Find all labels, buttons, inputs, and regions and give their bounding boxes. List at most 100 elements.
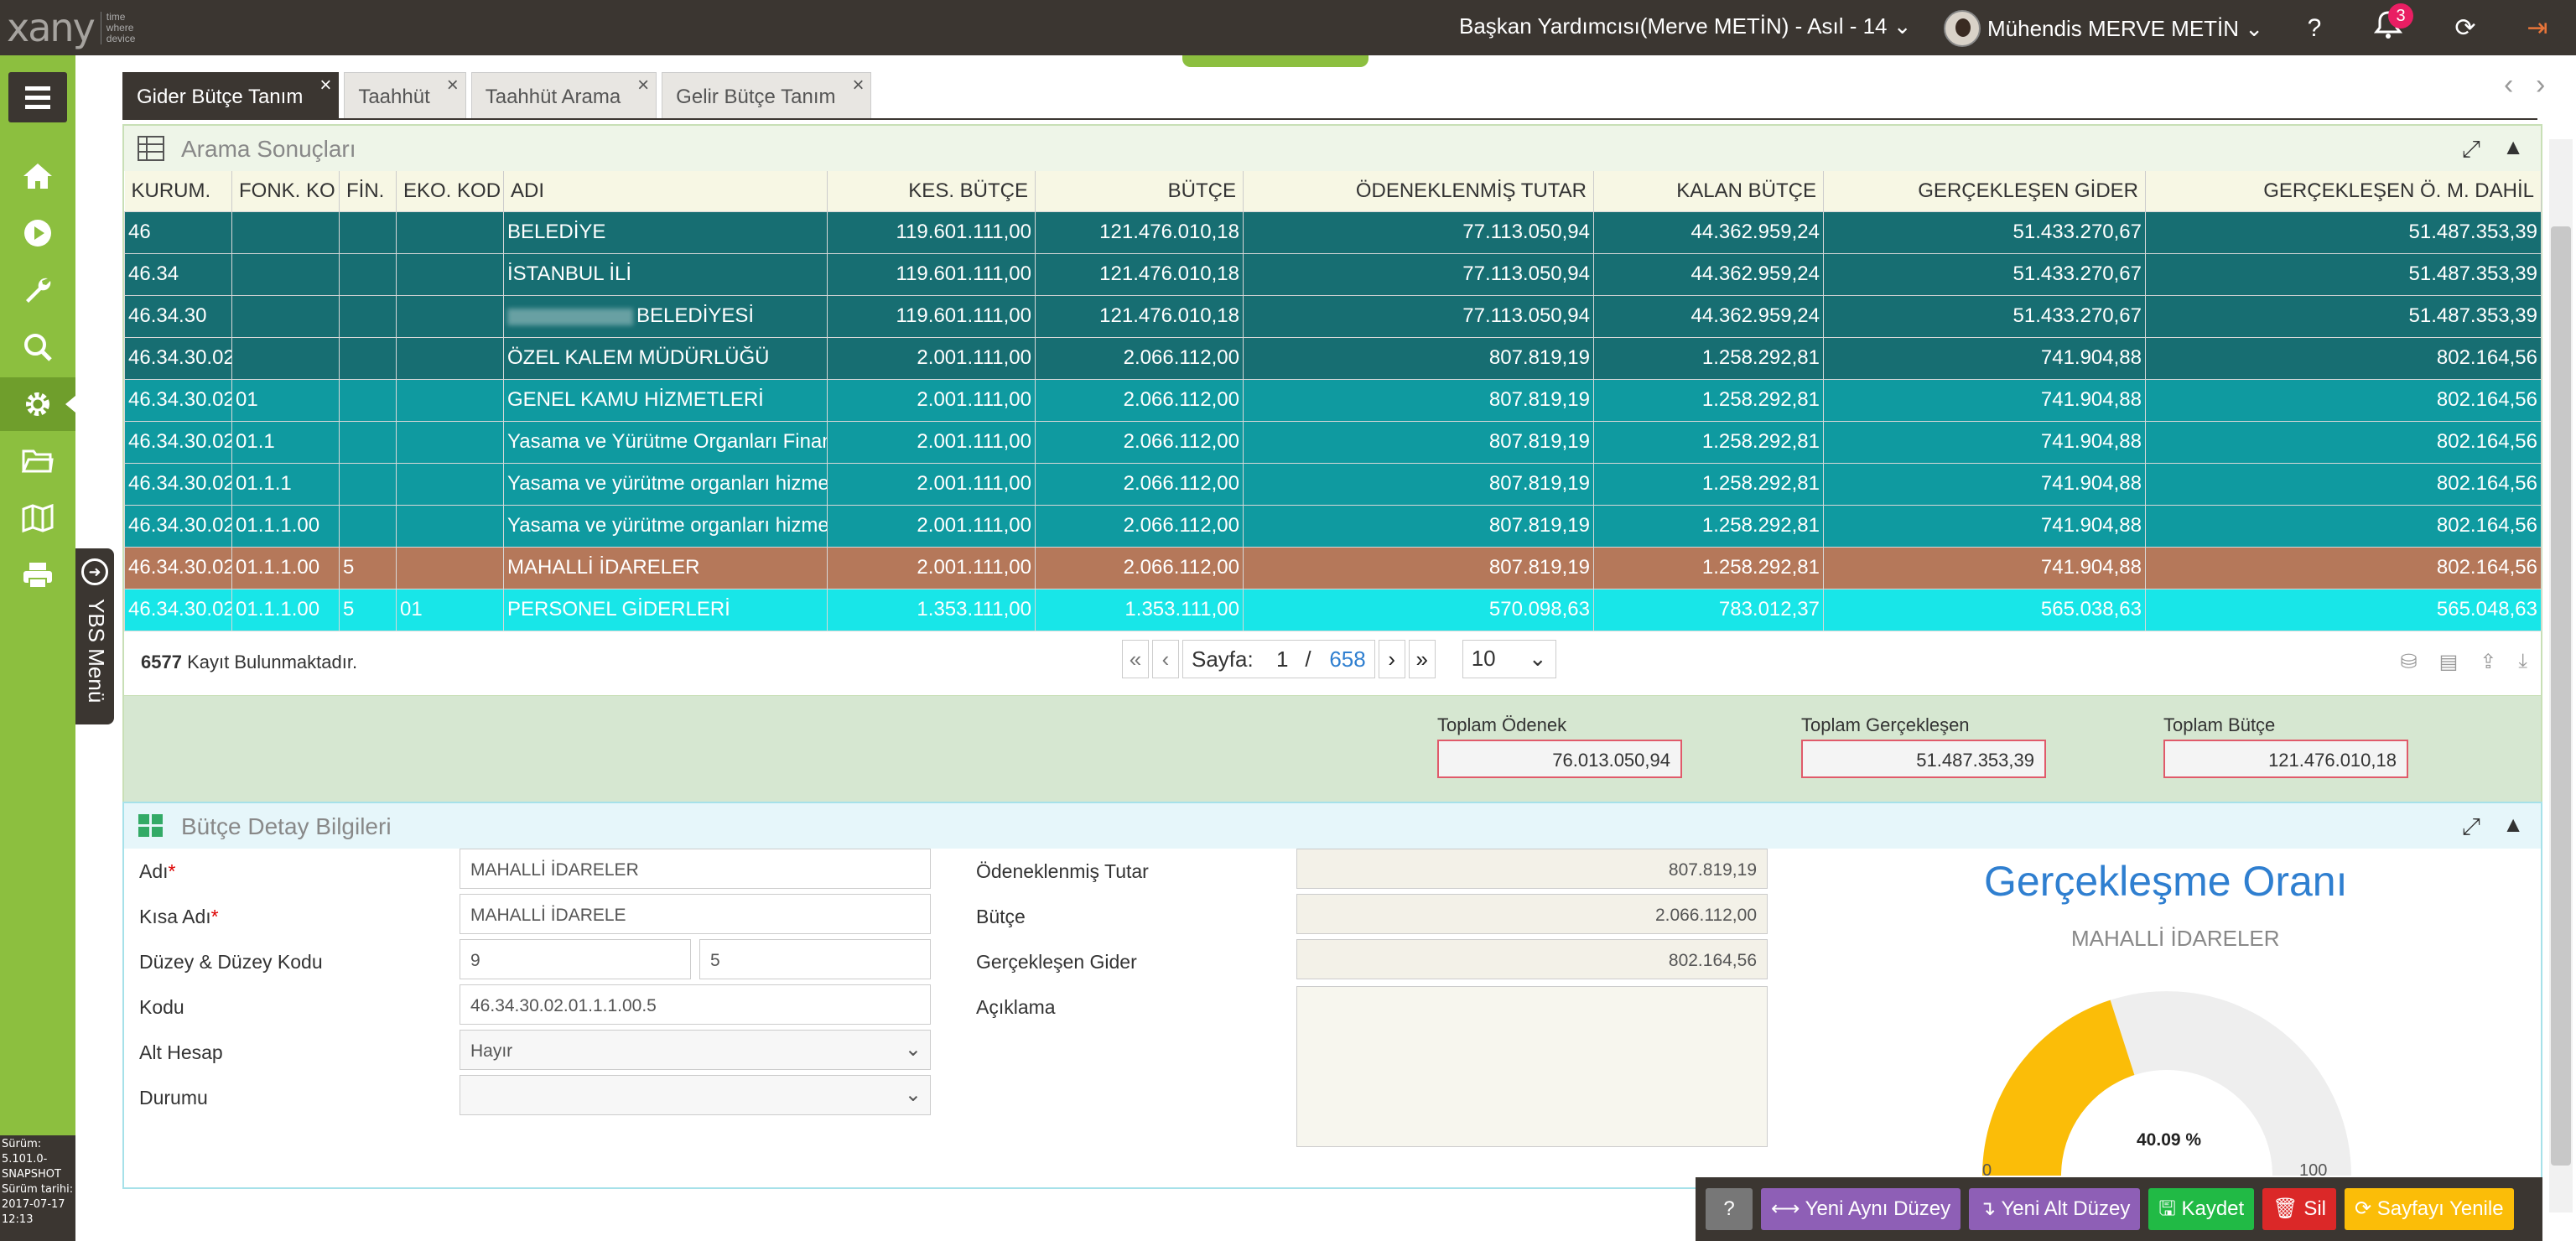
table-cell: 01 — [231, 378, 340, 422]
column-header[interactable]: GERÇEKLEŞEN Ö. M. DAHİL — [2145, 171, 2542, 211]
column-header[interactable]: ÖDENEKLENMİŞ TUTAR — [1243, 171, 1594, 211]
durumu-select[interactable]: ⌄ — [460, 1075, 931, 1115]
column-header[interactable]: KALAN BÜTÇE — [1593, 171, 1824, 211]
table-cell: 807.819,19 — [1243, 546, 1594, 589]
table-cell: MAHALLİ İDARELER — [503, 546, 828, 589]
chevron-left-icon[interactable]: ‹ — [2504, 69, 2513, 101]
upload-icon[interactable]: ⇪ — [2480, 650, 2496, 674]
page-input[interactable]: 1 — [1265, 641, 1299, 678]
close-icon[interactable]: × — [319, 61, 331, 110]
role-selector[interactable]: Başkan Yardımcısı(Merve METİN) - Asıl - … — [1459, 13, 1912, 39]
table-cell: 2.001.111,00 — [827, 546, 1036, 589]
table-row[interactable]: 46.34.30.02 01 GENEL KAMU HİZMETLERİ 2.001.… — [124, 378, 2542, 422]
user-menu[interactable]: Mühendis MERVE METİN ⌄ — [1944, 10, 2263, 47]
page-size-select[interactable]: 10 ⌄ — [1462, 639, 1556, 678]
help-button[interactable]: ? — [1706, 1188, 1753, 1230]
tab-gider-butce-tanim[interactable]: Gider Bütçe Tanım × — [122, 72, 340, 119]
table-cell: ÖZEL KALEM MÜDÜRLÜĞÜ — [503, 336, 828, 380]
close-icon[interactable]: × — [447, 61, 459, 110]
new-sub-level-button[interactable]: ↴ Yeni Alt Düzey — [1969, 1188, 2141, 1230]
table-cell — [396, 462, 504, 506]
column-header[interactable]: BÜTÇE — [1035, 171, 1244, 211]
tab-taahhut-arama[interactable]: Taahhüt Arama × — [470, 72, 657, 119]
column-header[interactable]: KES. BÜTÇE — [827, 171, 1036, 211]
column-header[interactable]: GERÇEKLEŞEN GİDER — [1823, 171, 2146, 211]
table-row[interactable]: 46.34.30.02 ÖZEL KALEM MÜDÜRLÜĞÜ 2.001.111… — [124, 336, 2542, 380]
kisa-adi-field[interactable]: MAHALLİ İDARELE — [460, 894, 931, 934]
wrench-icon[interactable] — [0, 263, 75, 317]
app-logo[interactable]: xany time where device — [7, 5, 135, 50]
expand-icon[interactable]: ⤢ — [2462, 136, 2480, 164]
table-cell: 5 — [339, 546, 397, 589]
column-header[interactable]: EKO. KOD — [396, 171, 504, 211]
tab-bar: Gider Bütçe Tanım × Taahhüt × Taahhüt Aram… — [122, 72, 872, 119]
download-icon[interactable]: ⤓ — [2518, 650, 2527, 674]
label-duzey: Düzey & Düzey Kodu — [139, 951, 323, 973]
chevron-down-icon: ⌄ — [1528, 646, 1547, 671]
label-butce: Bütçe — [976, 906, 1026, 927]
aciklama-textarea[interactable] — [1296, 986, 1768, 1147]
record-count: 6577 Kayıt Bulunmaktadır. — [141, 651, 358, 672]
refresh-page-button[interactable]: ⟳ Sayfayı Yenile — [2345, 1188, 2514, 1230]
top-drawer-handle[interactable] — [1182, 55, 1368, 67]
table-cell: 119.601.111,00 — [827, 210, 1036, 254]
table-cell: 51.433.270,67 — [1823, 252, 2146, 296]
gauge-min-label: 0 — [1982, 1161, 1992, 1179]
table-cell: 2.001.111,00 — [827, 420, 1036, 464]
first-page-button[interactable]: « — [1122, 639, 1149, 678]
column-header[interactable]: KURUM. — [124, 171, 232, 211]
delete-button[interactable]: 🗑 Sil — [2262, 1188, 2336, 1230]
panel-title: Arama Sonuçları — [181, 136, 356, 162]
column-header[interactable]: FONK. KO — [231, 171, 340, 211]
database-icon[interactable]: ⛁ — [2400, 650, 2417, 674]
table-row[interactable]: 46.34 İSTANBUL İLİ 119.601.111,00 121.476.0… — [124, 252, 2542, 296]
collapse-icon[interactable]: ▲ — [2502, 134, 2524, 160]
excel-icon[interactable]: ▤ — [2439, 650, 2459, 674]
close-icon[interactable]: × — [852, 61, 864, 110]
alt-hesap-select[interactable]: Hayır ⌄ — [460, 1030, 931, 1070]
search-icon[interactable] — [0, 320, 75, 374]
table-row[interactable]: 46.34.30.02 01.1.1.00 5 01 PERSONEL GİDERLER… — [124, 588, 2542, 631]
next-page-button[interactable]: › — [1378, 639, 1405, 678]
map-icon[interactable] — [0, 491, 75, 545]
tab-taahhut[interactable]: Taahhüt × — [344, 72, 466, 119]
table-cell — [396, 336, 504, 380]
table-cell: 2.001.111,00 — [827, 504, 1036, 548]
table-cell: 01 — [396, 588, 504, 631]
last-page-button[interactable]: » — [1408, 639, 1436, 678]
table-cell — [396, 252, 504, 296]
help-icon[interactable]: ? — [2296, 10, 2333, 47]
hamburger-menu-button[interactable] — [8, 72, 67, 122]
table-row[interactable]: 46.34.30.02 01.1.1.00 Yasama ve yürütme or… — [124, 504, 2542, 548]
play-icon[interactable] — [0, 206, 75, 260]
close-icon[interactable]: × — [637, 61, 649, 110]
refresh-icon[interactable]: ⟳ — [2447, 10, 2484, 47]
adi-field[interactable]: MAHALLİ İDARELER — [460, 849, 931, 889]
home-icon[interactable] — [0, 149, 75, 203]
kodu-field[interactable]: 46.34.30.02.01.1.1.00.5 — [460, 984, 931, 1025]
table-row[interactable]: 46 BELEDİYE 119.601.111,00 121.476.010,18 77… — [124, 210, 2542, 254]
folder-icon[interactable] — [0, 434, 75, 488]
logout-icon[interactable]: ⇥ — [2519, 10, 2556, 47]
table-row[interactable]: 46.34.30.02 01.1.1 Yasama ve yürütme organ… — [124, 462, 2542, 506]
table-row[interactable]: 46.34.30.02 01.1 Yasama ve Yürütme Organla… — [124, 420, 2542, 464]
column-header[interactable]: ADI — [503, 171, 828, 211]
gear-icon[interactable] — [0, 377, 75, 431]
collapse-icon[interactable]: ▲ — [2502, 812, 2524, 838]
new-same-level-button[interactable]: ⟷ Yeni Aynı Düzey — [1761, 1188, 1961, 1230]
save-button[interactable]: 🖫 Kaydet — [2148, 1188, 2255, 1230]
expand-icon[interactable]: ⤢ — [2462, 813, 2480, 841]
duzey-field[interactable]: 9 — [460, 939, 691, 979]
prev-page-button[interactable]: ‹ — [1152, 639, 1179, 678]
print-icon[interactable] — [0, 548, 75, 602]
tab-gelir-butce-tanim[interactable]: Gelir Bütçe Tanım × — [662, 72, 872, 119]
chevron-right-icon[interactable]: › — [2536, 69, 2545, 101]
table-cell: 2.066.112,00 — [1035, 420, 1244, 464]
total-butce: Toplam Bütçe 121.476.010,18 — [2163, 714, 2408, 778]
scrollbar-thumb[interactable] — [2551, 226, 2571, 1166]
table-row[interactable]: 46.34.30.02 01.1.1.00 5 MAHALLİ İDARELER 2.0… — [124, 546, 2542, 589]
duzey-kodu-field[interactable]: 5 — [699, 939, 931, 979]
table-row[interactable]: 46.34.30 BELEDİYESİ 119.601.111,00 121.476.… — [124, 294, 2542, 338]
column-header[interactable]: FİN. — [339, 171, 397, 211]
ybs-menu-toggle[interactable]: ➜ YBS Menü — [75, 548, 114, 724]
